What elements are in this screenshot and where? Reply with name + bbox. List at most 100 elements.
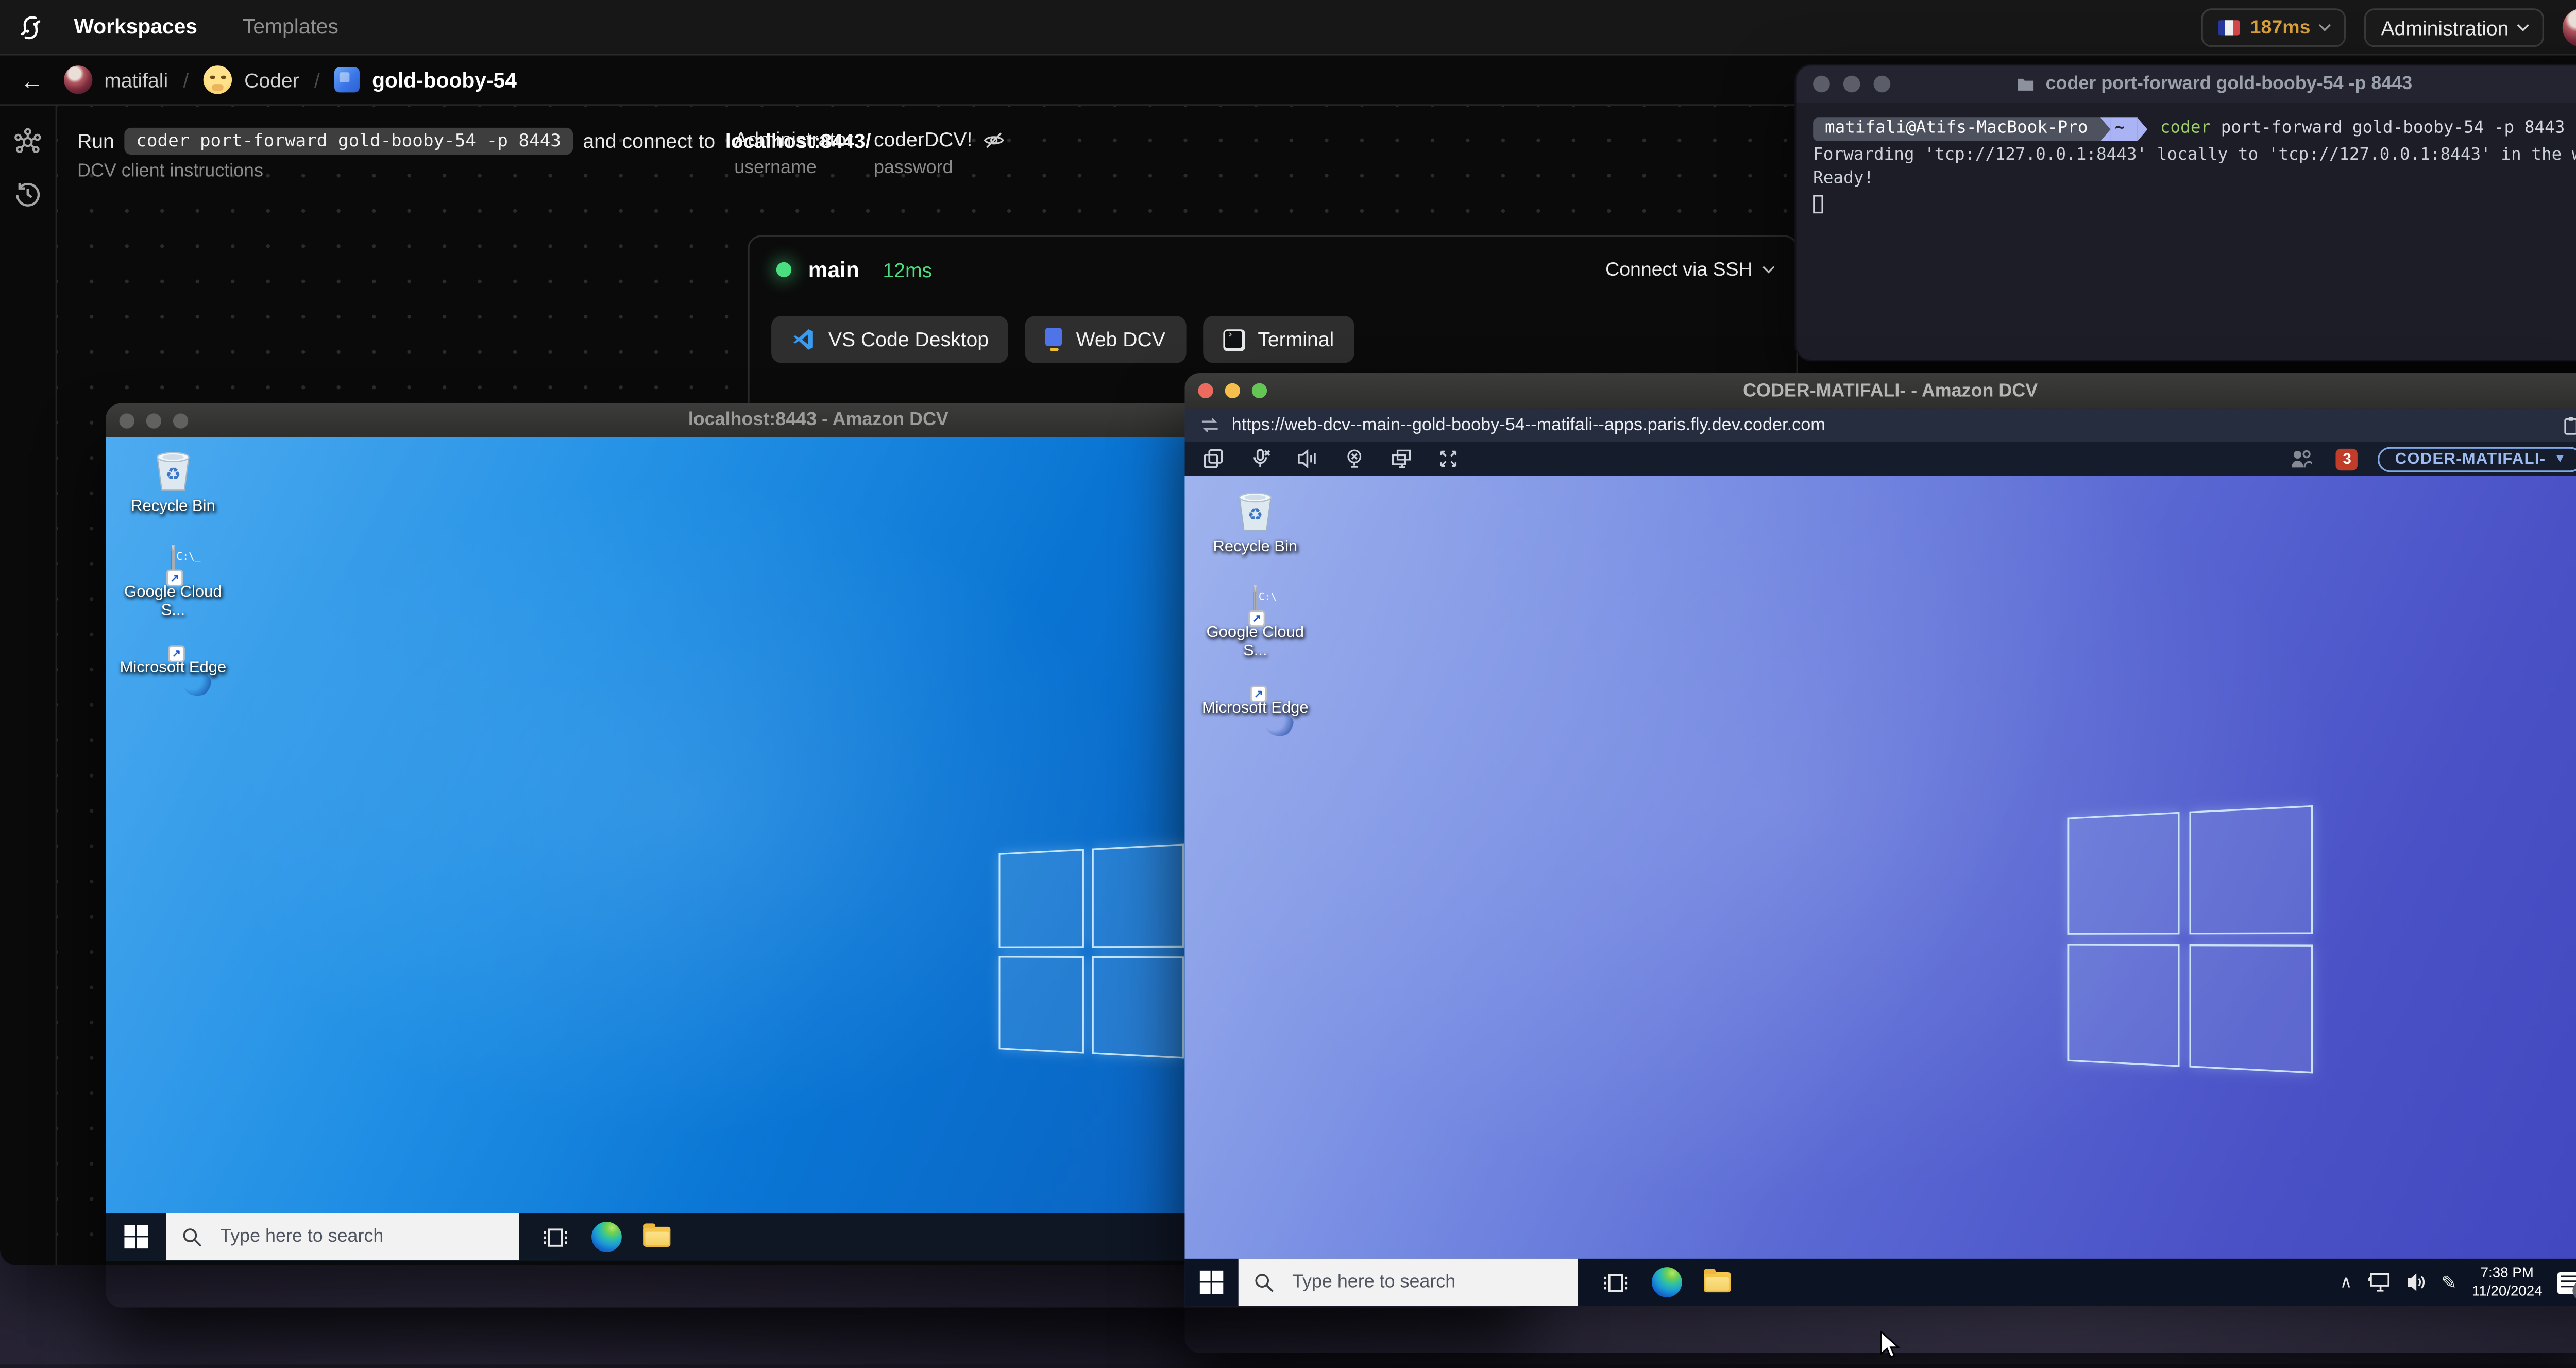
breadcrumb-template[interactable]: Coder — [244, 68, 299, 92]
breadcrumb-user[interactable]: matifali — [104, 68, 168, 92]
vscode-icon — [791, 328, 815, 351]
start-button[interactable] — [1184, 1259, 1238, 1306]
system-tray: ∧ ✎ 7:38 PM 11/20/2024 1 — [2340, 1264, 2576, 1300]
file-explorer-icon[interactable] — [1704, 1268, 1731, 1293]
file-explorer-icon[interactable] — [643, 1222, 671, 1247]
breadcrumb-workspace[interactable]: gold-booby-54 — [372, 68, 517, 92]
administration-dropdown[interactable]: Administration — [2364, 8, 2544, 47]
desktop-icon-edge[interactable]: Microsoft Edge — [1201, 685, 1309, 719]
window-title: localhost:8443 - Amazon DCV — [688, 410, 948, 430]
run-prefix: Run — [77, 129, 114, 153]
org-avatar — [204, 65, 233, 94]
taskbar-edge-icon[interactable] — [591, 1222, 622, 1252]
close-icon — [1198, 383, 1213, 398]
coder-logo-icon — [17, 12, 45, 41]
search-icon — [181, 1226, 203, 1247]
resources-topology-icon[interactable] — [13, 128, 42, 156]
powerline-arrow-icon — [2099, 116, 2110, 141]
window-controls[interactable] — [119, 412, 189, 428]
status-dot — [776, 262, 792, 278]
windows-taskbar: ∧ ✎ 7:38 PM 11/20/2024 1 — [1184, 1258, 2576, 1306]
search-input[interactable] — [1289, 1270, 1541, 1294]
folder-icon — [2017, 76, 2036, 93]
pen-icon[interactable]: ✎ — [2442, 1271, 2457, 1293]
shortcut-arrow-icon — [166, 569, 183, 587]
desktop-icon-google-cloud[interactable]: Google Cloud S... — [1201, 585, 1309, 661]
icon-label: Recycle Bin — [1213, 537, 1298, 556]
fullscreen-icon[interactable] — [1438, 449, 1459, 469]
zoom-icon — [1251, 383, 1267, 398]
left-sidebar — [0, 106, 57, 1265]
nav-workspaces[interactable]: Workspaces — [74, 15, 197, 39]
network-icon[interactable] — [2367, 1272, 2391, 1292]
window-controls[interactable] — [1813, 75, 1891, 93]
prompt-user: matifali@Atifs-MacBook-Pro — [1813, 116, 2100, 141]
microphone-off-icon[interactable] — [1250, 449, 1270, 469]
icon-label: Microsoft Edge — [120, 658, 227, 678]
action-center-icon[interactable]: 1 — [2557, 1271, 2576, 1300]
terminal-button[interactable]: Terminal — [1202, 316, 1354, 363]
session-dropdown[interactable]: CODER-MATIFALI- ▼ — [2378, 446, 2576, 471]
dcv-client-instructions-link[interactable]: DCV client instructions — [77, 161, 263, 181]
svg-text:♻: ♻ — [165, 464, 181, 484]
windows-desktop: ♻ Recycle Bin Google Cloud S... Microsof… — [1184, 476, 2576, 1306]
workspace-icon — [335, 67, 361, 93]
icon-label: Microsoft Edge — [1201, 699, 1309, 718]
window-title: CODER-MATIFALI- - Amazon DCV — [1743, 380, 2038, 401]
breadcrumb-separator: / — [183, 68, 189, 92]
task-view-icon[interactable] — [1603, 1270, 1628, 1295]
window-titlebar[interactable]: CODER-MATIFALI- - Amazon DCV — [1184, 373, 2576, 409]
zoom-icon — [173, 412, 189, 428]
resource-name: main — [808, 257, 859, 282]
command-name: coder — [2160, 119, 2211, 138]
multi-monitor-icon[interactable] — [1392, 449, 1412, 469]
window-controls[interactable] — [1198, 383, 1267, 398]
terminal-titlebar[interactable]: coder port-forward gold-booby-54 -p 8443 — [1796, 65, 2576, 103]
eye-off-icon[interactable] — [982, 129, 1004, 150]
web-dcv-button[interactable]: Web DCV — [1025, 316, 1186, 363]
screen: Workspaces Templates 187ms Administratio… — [0, 0, 2576, 1365]
speaker-icon[interactable] — [1297, 449, 1317, 469]
taskbar-clock[interactable]: 7:38 PM 11/20/2024 — [2472, 1264, 2543, 1300]
connect-via-ssh-dropdown[interactable]: Connect via SSH — [1605, 260, 1775, 280]
collaborator-count-badge: 3 — [2336, 448, 2358, 470]
nav-templates[interactable]: Templates — [243, 15, 338, 39]
history-icon[interactable] — [13, 180, 42, 208]
collaborators-icon[interactable] — [2291, 449, 2313, 469]
volume-icon[interactable] — [2406, 1272, 2426, 1292]
task-view-icon[interactable] — [543, 1224, 568, 1249]
windows-logo — [998, 843, 1184, 1059]
terminal-title: coder port-forward gold-booby-54 -p 8443 — [2045, 74, 2413, 94]
desktop-icon-recycle-bin[interactable]: ♻ Recycle Bin — [1201, 486, 1309, 558]
latency-dropdown[interactable]: 187ms — [2201, 8, 2346, 47]
desktop-icon-google-cloud[interactable]: Google Cloud S... — [120, 544, 227, 621]
shortcut-arrow-icon — [168, 645, 185, 663]
port-forward-command[interactable]: coder port-forward gold-booby-54 -p 8443 — [124, 127, 573, 155]
password-label: password — [873, 158, 953, 178]
chevron-down-icon — [2517, 19, 2529, 31]
clipboard-copy-icon[interactable] — [1203, 449, 1223, 469]
desktop-icon-edge[interactable]: Microsoft Edge — [120, 645, 227, 678]
start-button[interactable] — [106, 1213, 166, 1260]
taskbar-search[interactable] — [166, 1213, 519, 1261]
icon-label: Google Cloud S... — [1206, 623, 1304, 660]
icon-label: Google Cloud S... — [124, 583, 222, 620]
clipboard-icon[interactable] — [2561, 414, 2576, 436]
user-menu[interactable] — [2562, 8, 2576, 47]
vscode-desktop-button[interactable]: VS Code Desktop — [771, 316, 1009, 363]
back-button[interactable]: ← — [10, 58, 54, 102]
clock-date: 11/20/2024 — [2471, 1282, 2543, 1299]
desktop-icon-recycle-bin[interactable]: ♻ Recycle Bin — [120, 445, 227, 517]
url-text[interactable]: https://web-dcv--main--gold-booby-54--ma… — [1232, 415, 1825, 435]
minimize-icon — [1843, 75, 1860, 93]
taskbar-edge-icon[interactable] — [1652, 1267, 1682, 1297]
taskbar-search[interactable] — [1238, 1258, 1578, 1306]
app-label: VS Code Desktop — [828, 327, 989, 351]
webcam-off-icon[interactable] — [1344, 449, 1364, 469]
windows-logo — [2067, 805, 2313, 1074]
web-dcv-icon — [1045, 327, 1063, 351]
username-label: username — [734, 158, 817, 178]
tray-expand-icon[interactable]: ∧ — [2340, 1273, 2352, 1292]
search-input[interactable] — [216, 1225, 469, 1249]
connect-text: and connect to — [583, 129, 716, 153]
